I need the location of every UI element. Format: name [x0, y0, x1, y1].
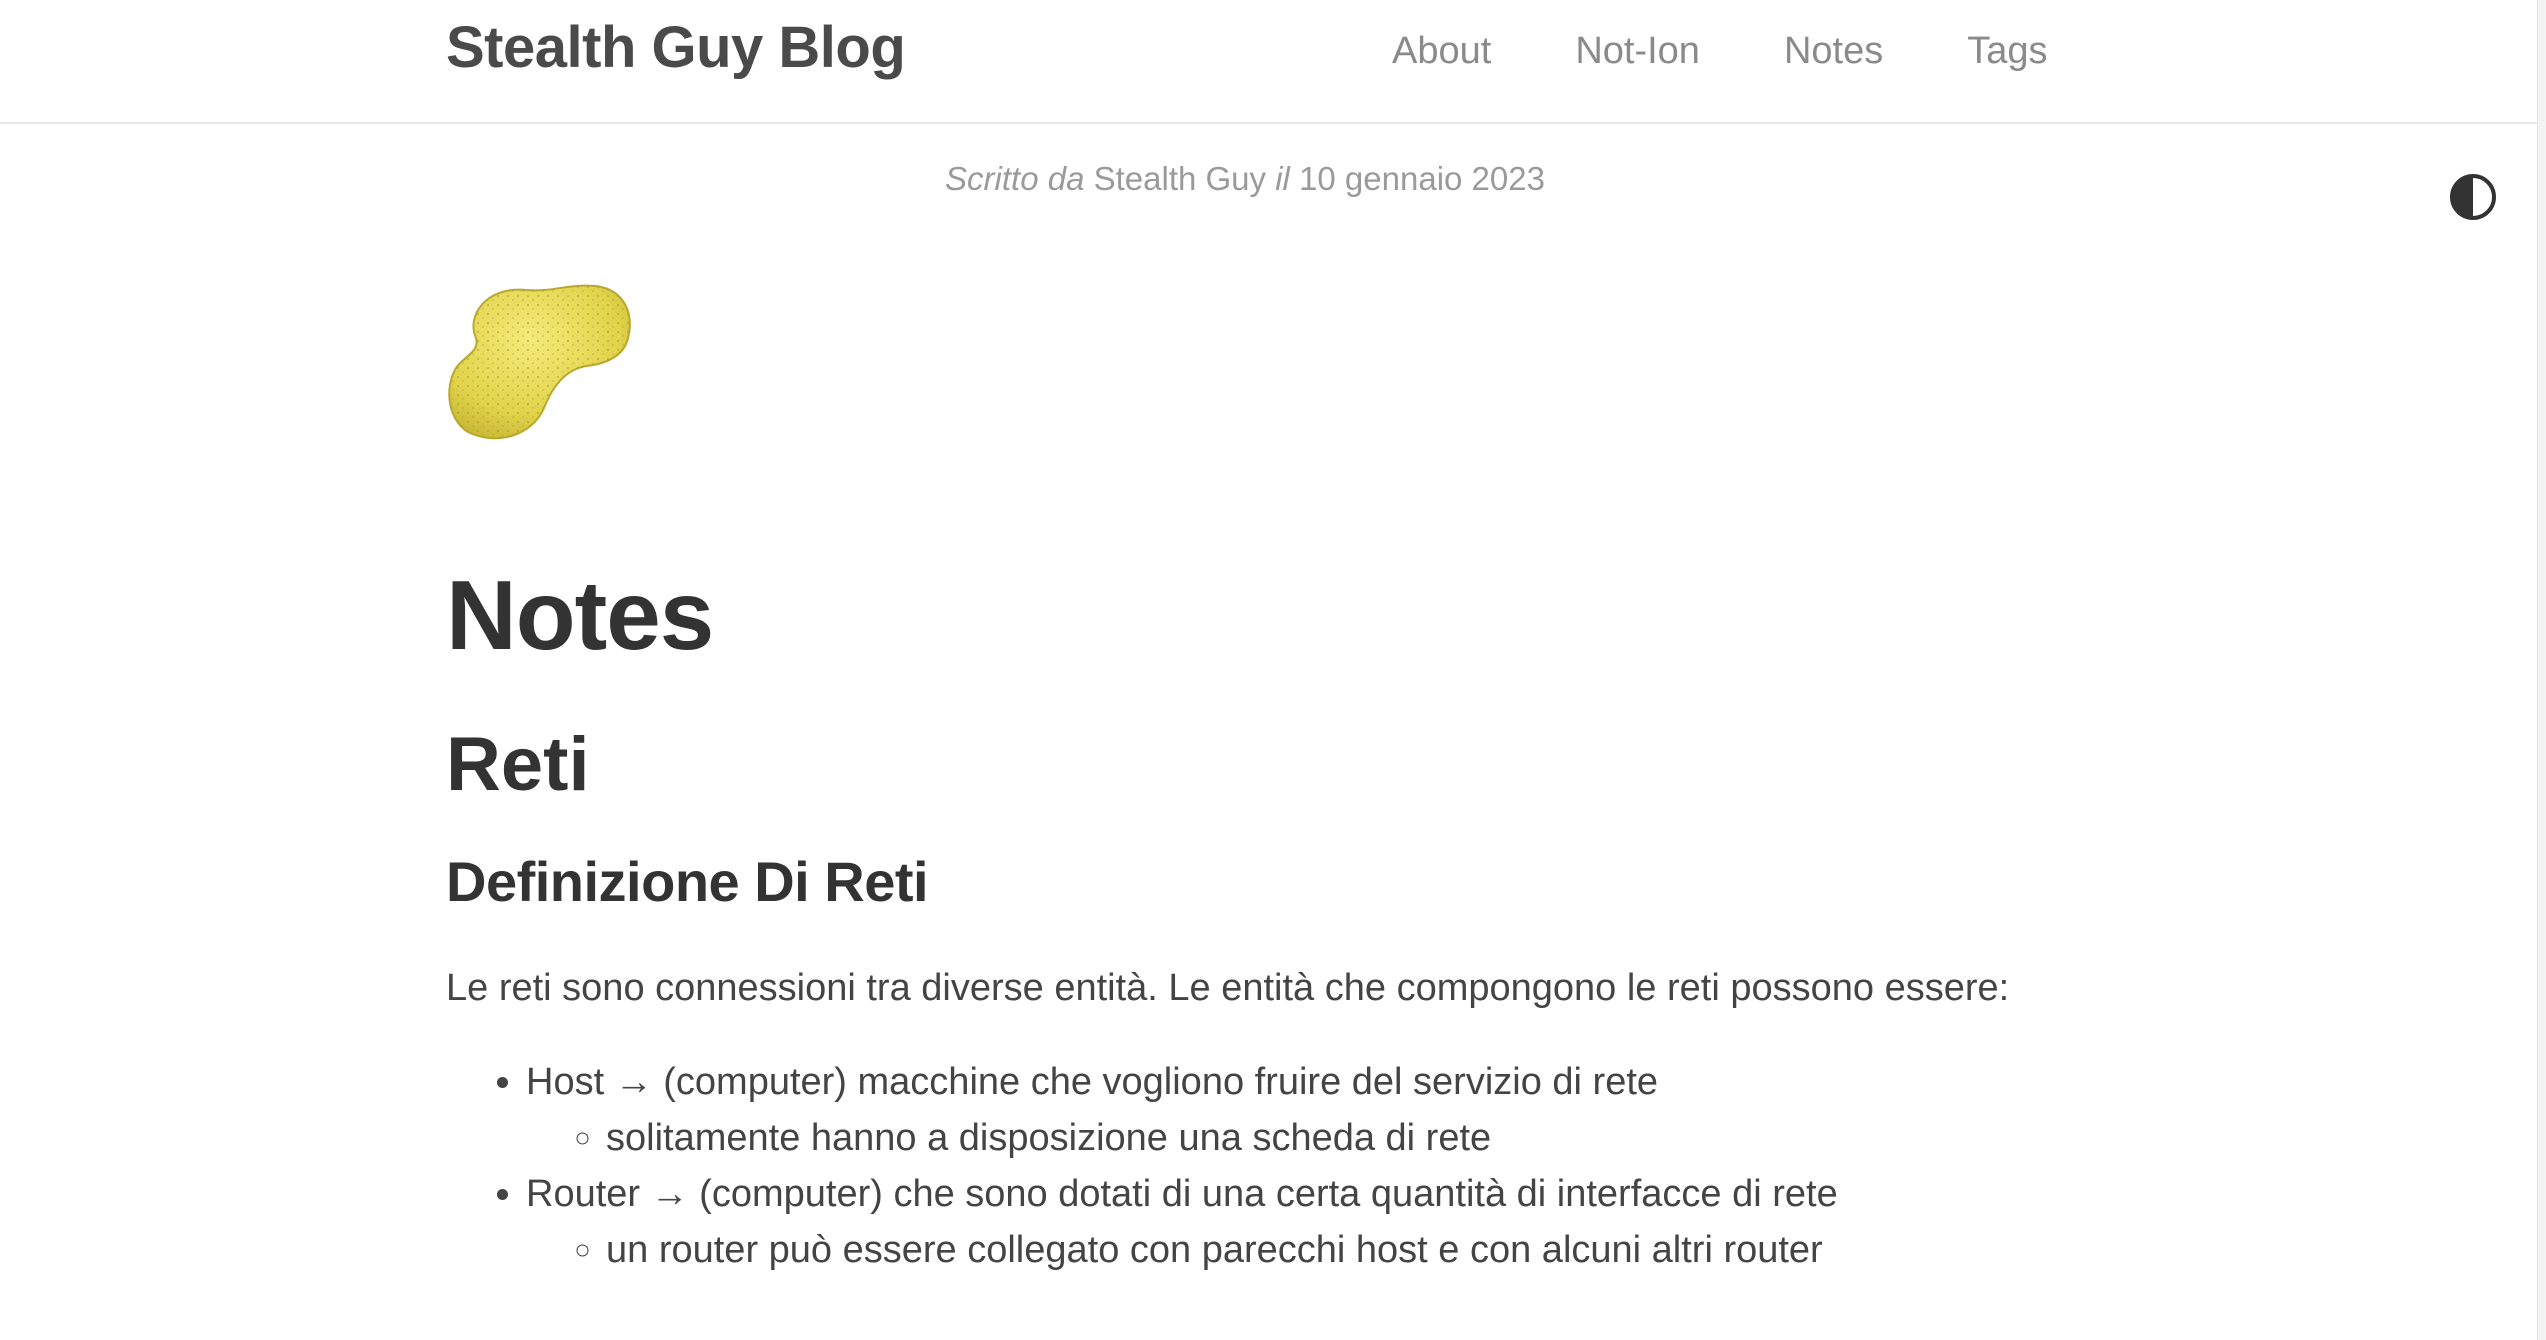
main-nav: About Not-Ion Notes Tags	[1392, 30, 2048, 73]
list-item: Router → (computer) che sono dotati di u…	[526, 1166, 2096, 1278]
sponge-emoji	[446, 276, 636, 446]
list-item: Host → (computer) macchine che vogliono …	[526, 1054, 2096, 1166]
sub-list-item: un router può essere collegato con parec…	[606, 1222, 2096, 1278]
nav-link-not-ion[interactable]: Not-Ion	[1575, 30, 1700, 73]
entity-list: Host → (computer) macchine che vogliono …	[446, 1054, 2096, 1278]
byline-date: 10 gennaio 2023	[1299, 160, 1545, 197]
article-title: Notes	[446, 560, 714, 670]
section-heading: Reti	[446, 722, 590, 807]
sub-list-item: solitamente hanno a disposizione una sch…	[606, 1110, 2096, 1166]
sub-list: solitamente hanno a disposizione una sch…	[526, 1110, 2096, 1166]
byline-author: Stealth Guy	[1093, 160, 1267, 197]
byline-written-by: Scritto da	[945, 160, 1085, 197]
intro-paragraph: Le reti sono connessioni tra diverse ent…	[446, 967, 2010, 1009]
list-item-text: Host → (computer) macchine che vogliono …	[526, 1061, 1659, 1103]
nav-link-notes[interactable]: Notes	[1784, 30, 1883, 73]
sub-list: un router può essere collegato con parec…	[526, 1222, 2096, 1278]
subsection-heading: Definizione Di Reti	[446, 850, 929, 913]
site-title-link[interactable]: Stealth Guy Blog	[446, 14, 906, 81]
list-item-text: Router → (computer) che sono dotati di u…	[526, 1173, 1838, 1215]
scrollbar[interactable]	[2537, 0, 2546, 1340]
article-content: Notes Reti Definizione Di Reti Le reti s…	[446, 540, 2096, 1278]
post-byline: Scritto da Stealth Guy il 10 gennaio 202…	[0, 160, 2490, 198]
byline-on: il	[1275, 160, 1290, 197]
nav-link-tags[interactable]: Tags	[1967, 30, 2047, 73]
nav-link-about[interactable]: About	[1392, 30, 1491, 73]
site-header: Stealth Guy Blog About Not-Ion Notes Tag…	[0, 0, 2538, 124]
